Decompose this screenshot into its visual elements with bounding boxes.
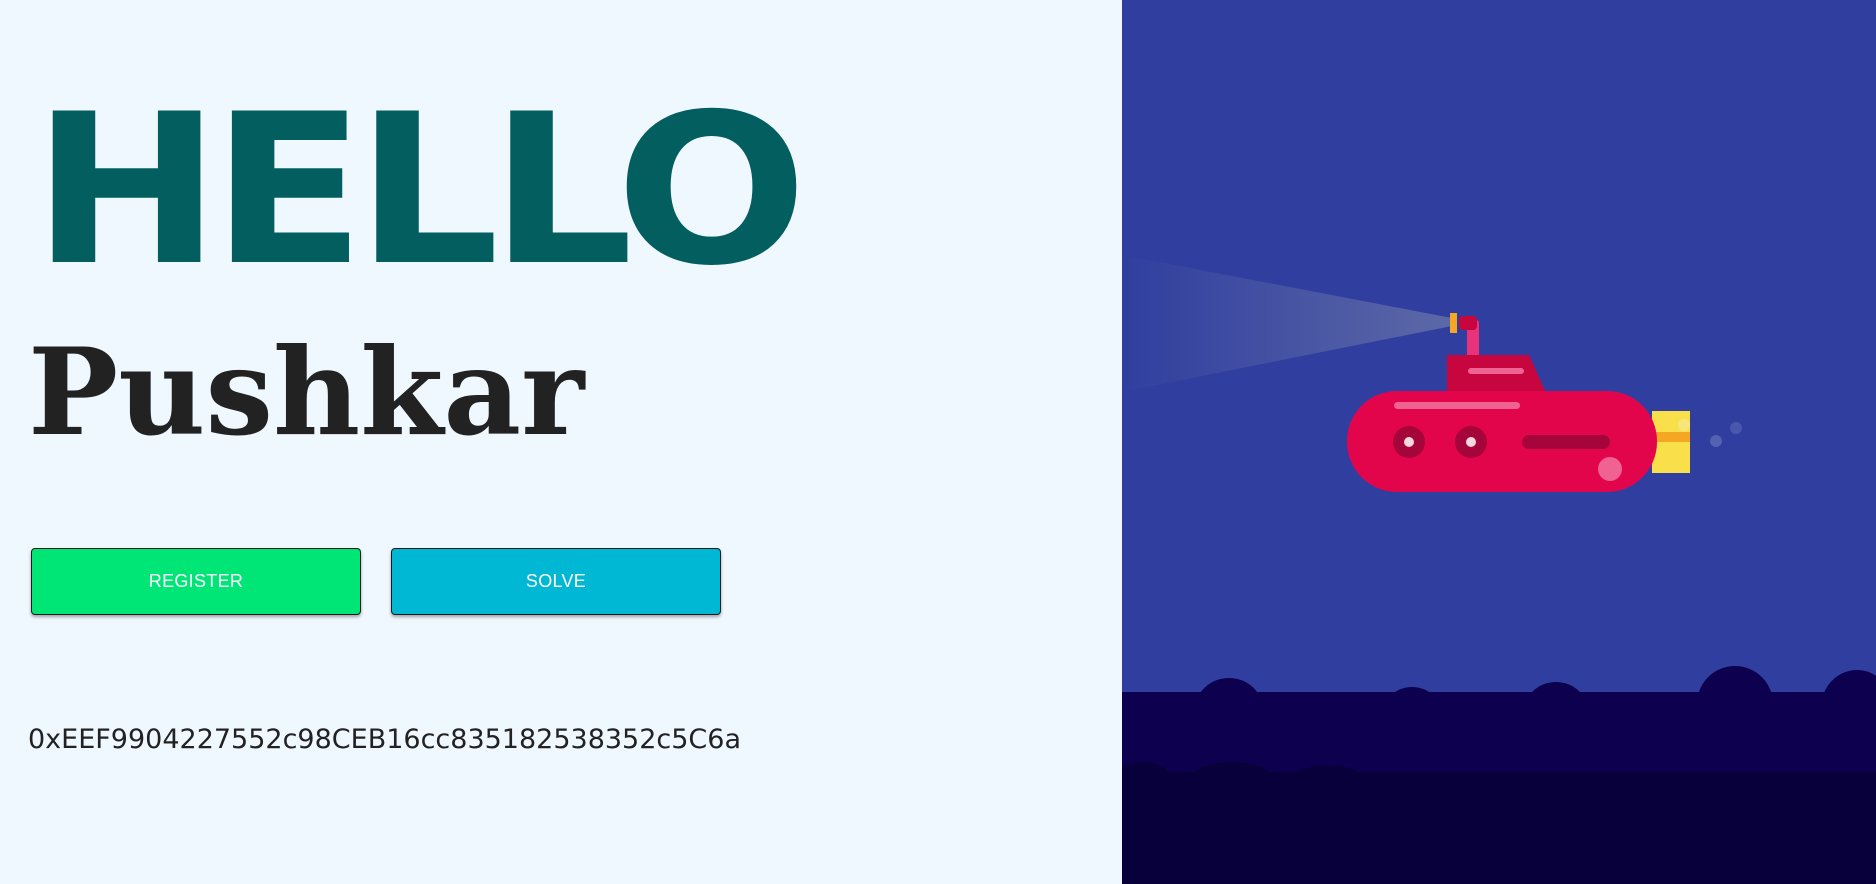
register-button[interactable]: REGISTER — [31, 548, 361, 615]
wallet-address: 0xEEF9904227552c98CEB16cc835182538352c5C… — [28, 724, 742, 755]
solve-button-label: SOLVE — [525, 571, 587, 591]
register-button-label: REGISTER — [148, 571, 244, 591]
ocean-illustration — [1122, 0, 1876, 884]
solve-button[interactable]: SOLVE — [391, 548, 721, 615]
hello-heading: HELLO — [32, 69, 808, 312]
seabed-front — [1122, 762, 1876, 884]
ocean-scene — [1122, 0, 1876, 884]
left-panel: HELLO Pushkar REGISTER SOLVE 0xEEF990422… — [0, 0, 1122, 884]
user-name: Pushkar — [28, 322, 585, 463]
